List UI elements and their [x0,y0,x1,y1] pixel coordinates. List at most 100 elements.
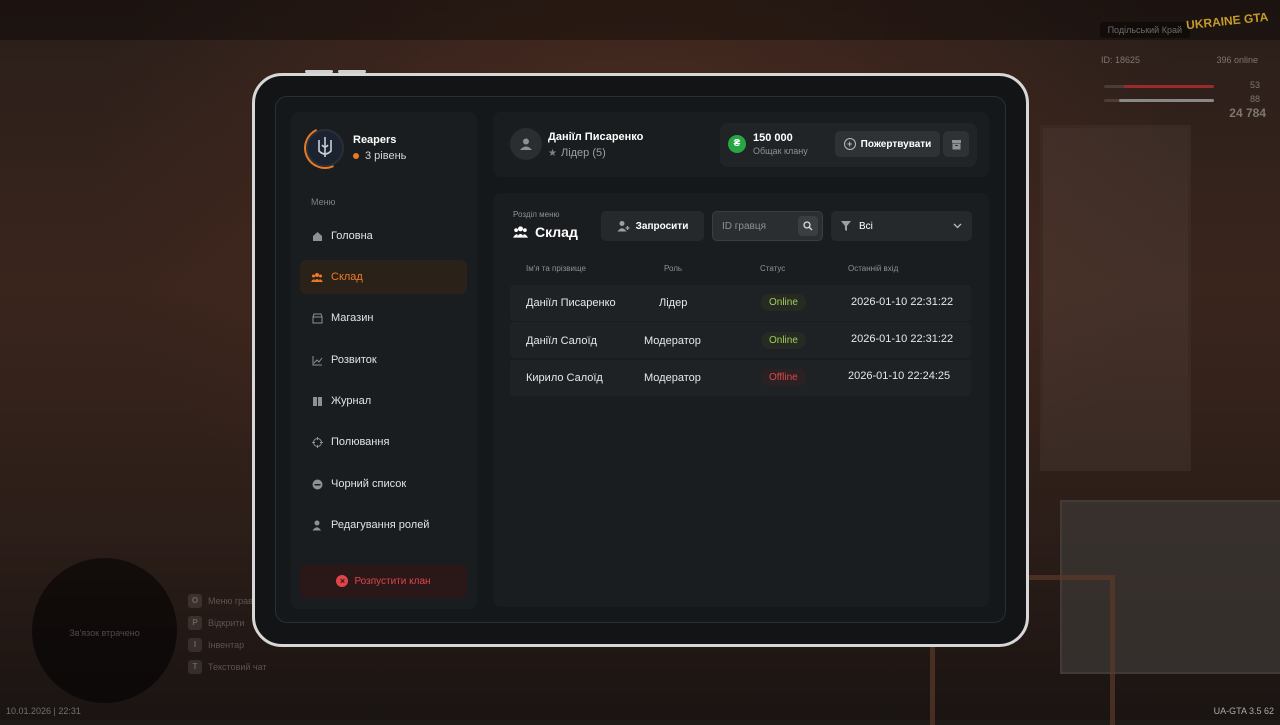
fps-counter: 62 [1263,706,1274,716]
column-header-name: Ім'я та прізвище [526,264,586,273]
crosshair-icon [311,436,323,448]
member-last-login: 2026-01-10 22:24:25 [848,370,951,382]
search-icon [803,221,813,231]
sidebar-item-label: Редагування ролей [331,519,430,531]
user-avatar [510,128,542,160]
cash-value: 24 784 [1229,106,1266,120]
armor-bar [1119,99,1214,102]
users-icon [311,271,323,283]
sidebar-item-label: Магазин [331,312,374,324]
clan-name: Reapers [353,134,397,146]
disband-label: Розпустити клан [354,575,431,587]
status-badge: Online [761,332,806,349]
tablet-button [338,70,366,73]
clan-level-text: 3 рівень [365,150,407,162]
user-role-text: Лідер (5) [560,147,606,159]
section-caption: Розділ меню [513,210,560,219]
shop-icon [311,312,323,324]
keybind-label: Відкрити [208,618,245,628]
sidebar-item-hunting[interactable]: Полювання [300,425,467,459]
member-name: Даніїл Писаренко [526,297,616,309]
roster-panel [493,193,989,607]
member-last-login: 2026-01-10 22:31:22 [851,333,954,345]
member-name: Кирило Салоїд [526,372,603,384]
chart-icon [311,354,323,366]
sidebar-item-development[interactable]: Розвиток [300,343,467,377]
sidebar-item-role-editing[interactable]: Редагування ролей [300,508,467,542]
keybind-hint: I Інвентар [188,634,267,656]
status-filter-select[interactable]: Всі [831,211,972,241]
keybind-hint: T Текстовий чат [188,656,267,678]
chevron-down-icon [953,221,962,232]
column-header-last-login: Останній вхід [848,264,899,273]
level-dot-icon [353,153,359,159]
treasury-amount: 150 000 [753,132,793,144]
archive-button[interactable] [943,131,969,157]
close-circle-icon: × [336,575,349,587]
search-button[interactable] [798,216,818,236]
sidebar-item-home[interactable]: Головна [300,219,467,253]
health-value: 53 [1249,80,1260,90]
sidebar-item-label: Чорний список [331,478,407,490]
star-icon: ★ [548,147,557,159]
background-ceiling [0,0,1280,40]
page-title-text: Склад [535,224,578,240]
player-id: ID: 18625 [1100,55,1140,65]
member-role: Модератор [644,335,701,347]
menu-title: Меню [311,197,336,207]
member-role: Модератор [644,372,701,384]
background-whiteboard [1040,125,1191,471]
keybind-label: Текстовий чат [208,662,267,672]
add-user-icon [617,221,630,232]
disband-clan-button[interactable]: × Розпустити клан [300,564,467,598]
invite-label: Запросити [635,220,689,232]
user-edit-icon [311,519,323,531]
key-cap: O [188,594,202,608]
version-label: UA-GTA 3.5 62 [1214,706,1274,716]
player-id-input[interactable] [722,218,792,234]
key-cap: I [188,638,202,652]
sidebar-item-label: Журнал [331,395,372,407]
minimap-status: Зв'язок втрачено [69,628,140,638]
invite-button[interactable]: Запросити [601,211,704,241]
member-role: Лідер [659,297,688,309]
user-role: ★ Лідер (5) [548,147,606,159]
key-cap: P [188,616,202,630]
armor-value: 88 [1249,94,1260,104]
filter-icon [841,221,851,231]
user-name: Даніїл Писаренко [548,131,644,143]
page-title: Склад [513,224,578,240]
sidebar-item-label: Полювання [331,436,390,448]
server-name: Подільський Край [1099,22,1190,38]
clan-level: 3 рівень [353,150,406,162]
health-bar [1124,85,1214,88]
sidebar-item-journal[interactable]: Журнал [300,384,467,418]
donate-button[interactable]: + Пожертвувати [835,131,940,157]
book-icon [311,395,323,407]
donate-label: Пожертвувати [860,138,932,150]
sidebar-item-blacklist[interactable]: Чорний список [300,467,467,501]
tablet-button [305,70,333,73]
sidebar-item-roster[interactable]: Склад [300,260,467,294]
sidebar-item-label: Склад [331,271,363,283]
keybind-label: Інвентар [208,640,245,650]
hryvnia-coin-icon: ₴ [728,135,746,153]
treasury-label: Общак клану [753,146,808,156]
status-badge: Offline [761,369,806,386]
key-cap: T [188,660,202,674]
status-badge: Online [761,294,806,311]
users-icon [513,226,528,238]
member-last-login: 2026-01-10 22:31:22 [851,296,954,308]
version-text: UA-GTA 3.5 [1213,706,1262,716]
user-icon [520,138,532,150]
sidebar-item-shop[interactable]: Магазин [300,301,467,335]
member-name: Даніїл Салоїд [526,335,597,347]
plus-circle-icon: + [843,138,856,150]
datetime: 10.01.2026 | 22:31 [6,706,81,716]
block-icon [311,478,323,490]
column-header-role: Роль [664,264,683,273]
sidebar-item-label: Головна [331,230,373,242]
sidebar-item-label: Розвиток [331,354,377,366]
home-icon [311,230,323,242]
filter-value: Всі [859,220,873,232]
